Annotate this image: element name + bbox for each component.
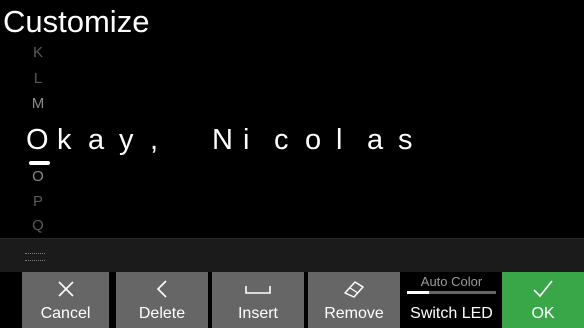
switch-led-control[interactable]: Auto Color Switch LED [403, 272, 500, 328]
name-char[interactable]: c [274, 120, 305, 160]
chevron-left-icon [116, 278, 208, 300]
name-editor[interactable]: O k a y , N i c o l a s [26, 120, 429, 160]
led-slider[interactable] [407, 291, 496, 294]
name-char[interactable]: a [367, 120, 398, 160]
insert-label: Insert [237, 305, 278, 322]
delete-button[interactable]: Delete [116, 272, 208, 328]
name-char[interactable] [181, 120, 212, 160]
eraser-icon [308, 278, 400, 300]
remove-button[interactable]: Remove [308, 272, 400, 328]
name-char[interactable]: s [398, 120, 429, 160]
char-wheel-above-2[interactable]: L [30, 70, 46, 88]
name-char-selected[interactable]: O [26, 120, 57, 160]
char-wheel-above-1[interactable]: M [30, 95, 46, 113]
name-char[interactable]: l [336, 120, 367, 160]
delete-label: Delete [138, 305, 186, 322]
text-cursor [29, 161, 50, 165]
name-char[interactable]: , [150, 120, 181, 160]
name-char[interactable]: y [119, 120, 150, 160]
led-mode-value: Auto Color [420, 274, 483, 289]
name-char[interactable]: i [243, 120, 274, 160]
char-wheel-above-3[interactable]: K [30, 44, 46, 62]
name-char[interactable]: k [57, 120, 88, 160]
led-slider-fill [407, 291, 429, 294]
remove-label: Remove [324, 305, 384, 322]
cancel-button[interactable]: Cancel [22, 272, 109, 328]
space-icon [212, 278, 304, 300]
check-icon [502, 277, 584, 301]
name-char[interactable]: a [88, 120, 119, 160]
close-icon [22, 278, 109, 300]
button-bar: Cancel Delete Insert Remove Auto Color S… [0, 272, 584, 328]
ok-button[interactable]: OK [502, 272, 584, 328]
cancel-label: Cancel [40, 305, 91, 322]
page-title: Customize [3, 4, 150, 39]
char-wheel-below-2[interactable]: P [30, 193, 46, 211]
keyboard-icon[interactable] [25, 253, 45, 261]
switch-led-label: Switch LED [410, 305, 493, 322]
char-wheel-below-1[interactable]: O [30, 168, 46, 186]
insert-button[interactable]: Insert [212, 272, 304, 328]
name-char[interactable]: o [305, 120, 336, 160]
name-char[interactable]: N [212, 120, 243, 160]
ok-label: OK [531, 305, 555, 322]
keyboard-strip[interactable] [0, 238, 584, 272]
char-wheel-below-3[interactable]: Q [30, 217, 46, 235]
